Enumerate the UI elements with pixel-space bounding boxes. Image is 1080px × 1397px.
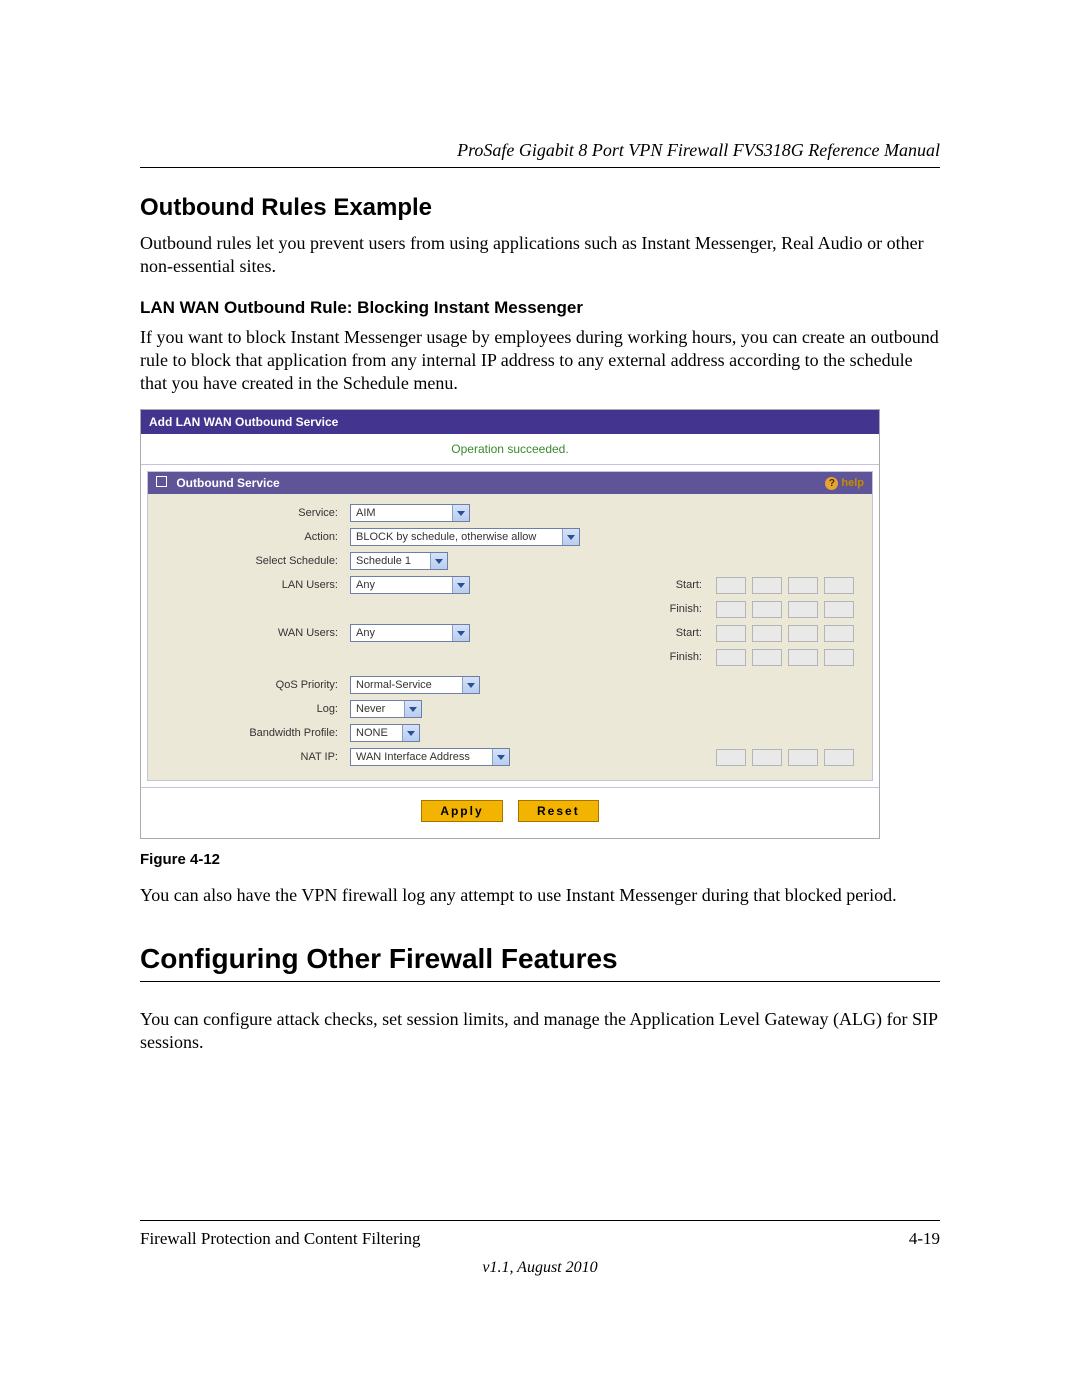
select-nat-value: WAN Interface Address: [356, 751, 470, 763]
select-schedule-value: Schedule 1: [356, 555, 411, 567]
select-lan-users[interactable]: Any: [350, 576, 470, 594]
chevron-down-icon: [430, 553, 447, 569]
box-title: Outbound Service: [176, 476, 279, 490]
label-lan-users: LAN Users:: [152, 579, 342, 591]
paragraph-outbound-intro: Outbound rules let you prevent users fro…: [140, 232, 940, 278]
heading-other-features: Configuring Other Firewall Features: [140, 943, 940, 975]
help-link[interactable]: ? help: [825, 477, 864, 490]
ip-octet-input[interactable]: [716, 601, 746, 618]
select-bandwidth[interactable]: NONE: [350, 724, 420, 742]
ip-octet-input[interactable]: [788, 749, 818, 766]
select-wan-users[interactable]: Any: [350, 624, 470, 642]
select-log[interactable]: Never: [350, 700, 422, 718]
ip-octet-input[interactable]: [824, 625, 854, 642]
help-icon: ?: [825, 477, 838, 490]
footer-page-number: 4-19: [909, 1229, 940, 1249]
select-service[interactable]: AIM: [350, 504, 470, 522]
chevron-down-icon: [462, 677, 479, 693]
heading-lanwan-rule: LAN WAN Outbound Rule: Blocking Instant …: [140, 298, 940, 318]
wan-start-ip[interactable]: [716, 625, 886, 642]
ip-octet-input[interactable]: [752, 749, 782, 766]
status-message: Operation succeeded.: [141, 434, 879, 465]
chevron-down-icon: [562, 529, 579, 545]
select-bandwidth-value: NONE: [356, 727, 388, 739]
page-footer: Firewall Protection and Content Filterin…: [140, 1212, 940, 1277]
footer-rule: [140, 1220, 940, 1221]
label-lan-finish: Finish:: [598, 603, 708, 615]
ip-octet-input[interactable]: [788, 649, 818, 666]
chevron-down-icon: [492, 749, 509, 765]
label-wan-users: WAN Users:: [152, 627, 342, 639]
label-wan-finish: Finish:: [598, 651, 708, 663]
ip-octet-input[interactable]: [824, 749, 854, 766]
label-service: Service:: [152, 507, 342, 519]
chevron-down-icon: [404, 701, 421, 717]
ip-octet-input[interactable]: [716, 577, 746, 594]
ip-octet-input[interactable]: [752, 601, 782, 618]
ip-octet-input[interactable]: [716, 625, 746, 642]
lan-finish-ip[interactable]: [716, 601, 886, 618]
box-header: Outbound Service ? help: [148, 472, 872, 494]
select-nat-ip[interactable]: WAN Interface Address: [350, 748, 510, 766]
label-schedule: Select Schedule:: [152, 555, 342, 567]
select-action[interactable]: BLOCK by schedule, otherwise allow: [350, 528, 580, 546]
ip-octet-input[interactable]: [752, 577, 782, 594]
chevron-down-icon: [452, 505, 469, 521]
ip-octet-input[interactable]: [716, 749, 746, 766]
select-qos[interactable]: Normal-Service: [350, 676, 480, 694]
outbound-service-box: Outbound Service ? help Service: AIM: [147, 471, 873, 781]
select-log-value: Never: [356, 703, 385, 715]
paragraph-after-figure: You can also have the VPN firewall log a…: [140, 884, 940, 907]
wan-finish-ip[interactable]: [716, 649, 886, 666]
doc-header: ProSafe Gigabit 8 Port VPN Firewall FVS3…: [140, 140, 940, 161]
chevron-down-icon: [452, 577, 469, 593]
label-wan-start: Start:: [598, 627, 708, 639]
panel-title: Add LAN WAN Outbound Service: [141, 410, 879, 434]
apply-button[interactable]: Apply: [421, 800, 502, 822]
select-wan-value: Any: [356, 627, 375, 639]
help-label: help: [841, 477, 864, 489]
figure-caption: Figure 4-12: [140, 851, 940, 868]
select-action-value: BLOCK by schedule, otherwise allow: [356, 531, 536, 543]
select-service-value: AIM: [356, 507, 376, 519]
label-bandwidth: Bandwidth Profile:: [152, 727, 342, 739]
form-area: Service: AIM Action: BLOCK by schedule, …: [148, 494, 872, 780]
ip-octet-input[interactable]: [824, 601, 854, 618]
paragraph-other-body: You can configure attack checks, set ses…: [140, 1008, 940, 1054]
ip-octet-input[interactable]: [824, 577, 854, 594]
nat-ip-input[interactable]: [716, 749, 886, 766]
heading-rule: [140, 981, 940, 982]
reset-button[interactable]: Reset: [518, 800, 599, 822]
footer-version: v1.1, August 2010: [140, 1259, 940, 1277]
chevron-down-icon: [452, 625, 469, 641]
label-lan-start: Start:: [598, 579, 708, 591]
label-action: Action:: [152, 531, 342, 543]
select-qos-value: Normal-Service: [356, 679, 432, 691]
ip-octet-input[interactable]: [752, 649, 782, 666]
footer-section-title: Firewall Protection and Content Filterin…: [140, 1229, 420, 1249]
ip-octet-input[interactable]: [788, 601, 818, 618]
box-collapse-icon: [156, 476, 167, 487]
chevron-down-icon: [402, 725, 419, 741]
ip-octet-input[interactable]: [824, 649, 854, 666]
ip-octet-input[interactable]: [788, 625, 818, 642]
lan-start-ip[interactable]: [716, 577, 886, 594]
paragraph-lanwan-body: If you want to block Instant Messenger u…: [140, 326, 940, 395]
screenshot-panel: Add LAN WAN Outbound Service Operation s…: [140, 409, 880, 839]
header-rule: [140, 167, 940, 168]
label-nat-ip: NAT IP:: [152, 751, 342, 763]
label-qos: QoS Priority:: [152, 679, 342, 691]
select-lan-value: Any: [356, 579, 375, 591]
ip-octet-input[interactable]: [788, 577, 818, 594]
heading-outbound-rules: Outbound Rules Example: [140, 194, 940, 222]
label-log: Log:: [152, 703, 342, 715]
button-row: Apply Reset: [141, 787, 879, 838]
select-schedule[interactable]: Schedule 1: [350, 552, 448, 570]
ip-octet-input[interactable]: [716, 649, 746, 666]
ip-octet-input[interactable]: [752, 625, 782, 642]
